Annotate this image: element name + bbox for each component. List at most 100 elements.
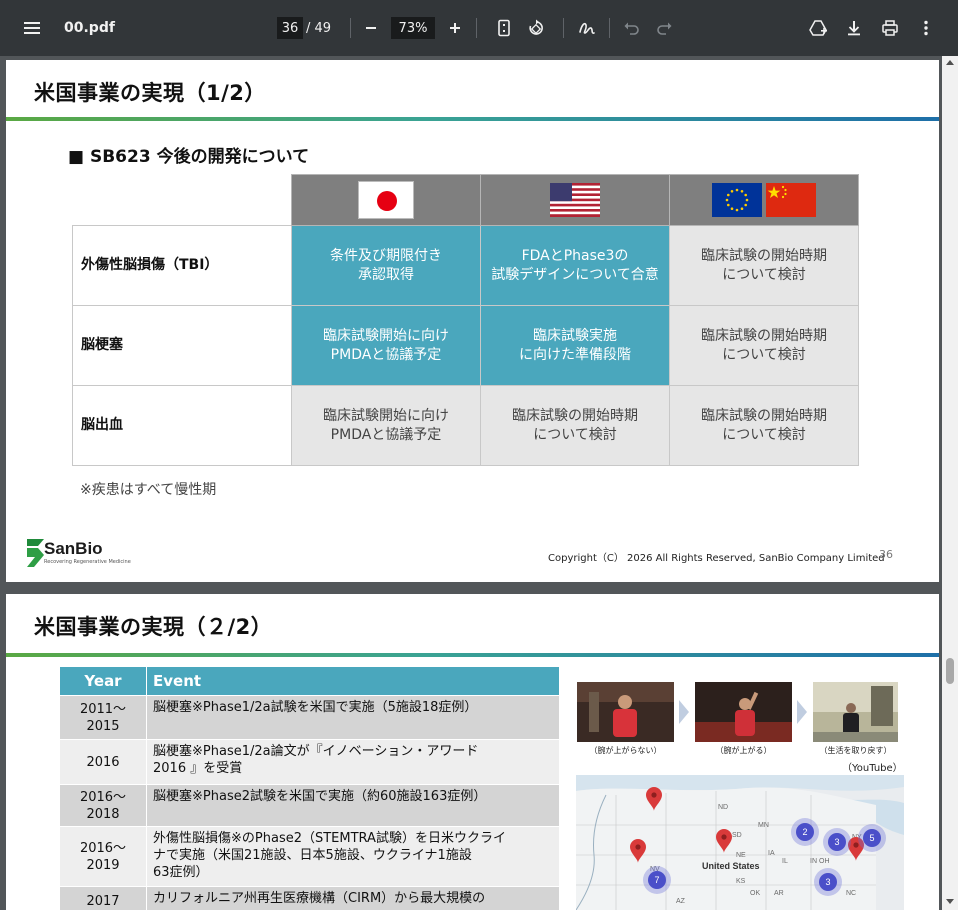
fit-page-icon	[498, 19, 510, 37]
scroll-up-arrow-icon[interactable]	[946, 60, 954, 65]
video-caption: （腕が上がる）	[715, 746, 772, 755]
status-cell: 臨床試験の開始時期 について検討	[669, 225, 859, 306]
cell-line: 臨床試験の開始時期	[701, 407, 827, 424]
zoom-out-button[interactable]	[360, 16, 382, 40]
slide-page-number: 36	[879, 548, 893, 561]
japan-flag-icon	[358, 181, 414, 219]
cell-line: 臨床試験開始に向け	[323, 407, 449, 424]
event-cell: カリフォルニア州再生医療機構（CIRM）から最大規模の	[146, 886, 560, 910]
video-caption: （生活を取り戻す）	[819, 746, 892, 755]
event-line: 63症例）	[153, 865, 209, 880]
toolbar-divider	[609, 18, 610, 38]
history-table: Year Event 2011～ 2015 脳梗塞※Phase1/2a試験を米国で…	[59, 666, 560, 910]
download-button[interactable]	[843, 16, 865, 40]
year-column-header: Year	[59, 666, 147, 696]
year-cell: 2011～ 2015	[59, 695, 147, 740]
more-icon	[924, 20, 928, 36]
menu-icon[interactable]	[16, 16, 48, 40]
video-frame-image	[577, 682, 674, 742]
event-line: ナで実施（米国21施設、日本5施設、ウクライナ1施設	[153, 848, 472, 863]
cell-line: 承認取得	[358, 266, 414, 283]
map-state-label: KS	[736, 878, 746, 885]
more-options-button[interactable]	[915, 16, 937, 40]
year-cell: 2016～ 2019	[59, 826, 147, 887]
eu-china-column-header	[669, 174, 859, 226]
print-icon	[882, 20, 898, 36]
page-total-label: / 49	[306, 20, 332, 36]
map-country-label: United States	[702, 861, 760, 871]
cell-line: 臨床試験の開始時期	[701, 247, 827, 264]
development-status-table: 外傷性脳損傷（TBI） 条件及び期限付き 承認取得 FDAとPhase3の 試験デザ…	[72, 174, 859, 466]
video-thumbnail-2[interactable]	[695, 682, 792, 742]
japan-column-header	[291, 174, 481, 226]
cell-line: について検討	[722, 266, 806, 283]
map-state-label: MN	[758, 822, 769, 829]
video-thumbnail-1[interactable]	[577, 682, 674, 742]
logo-mark-icon	[27, 539, 44, 567]
table-row: 2017 カリフォルニア州再生医療機構（CIRM）から最大規模の	[59, 886, 560, 910]
table-row: 2016～ 2018 脳梗塞※Phase2試験を米国で実施（約60施設163症例）	[59, 784, 560, 827]
plus-icon	[450, 23, 460, 33]
print-button[interactable]	[879, 16, 901, 40]
map-cluster-marker[interactable]: 3	[814, 868, 842, 896]
eu-flag-icon	[712, 183, 762, 217]
cell-line: 臨床試験開始に向け	[323, 327, 449, 344]
rotate-button[interactable]	[525, 16, 547, 40]
zoom-level-input[interactable]: 73%	[391, 17, 435, 39]
toolbar-divider	[350, 18, 351, 38]
map-cluster-marker[interactable]: 5	[858, 824, 886, 852]
slide-title: 米国事業の実現（２/2）	[34, 615, 273, 639]
year-line: 2016	[86, 754, 120, 770]
undo-button[interactable]	[621, 16, 643, 40]
video-source: （YouTube）	[842, 763, 903, 774]
status-cell: 臨床試験開始に向け PMDAと協議予定	[291, 305, 481, 386]
us-map-image: ND MN SD NE IA IL IN OH NY NV OK AR NC A…	[576, 775, 904, 910]
logo-text: SanBio	[44, 539, 103, 558]
map-state-label: IA	[768, 850, 775, 857]
map-cluster-marker[interactable]: 7	[643, 866, 671, 894]
cell-line: に向けた準備段階	[519, 346, 631, 363]
cell-line: について検討	[722, 346, 806, 363]
event-cell: 脳梗塞※Phase2試験を米国で実施（約60施設163症例）	[146, 784, 560, 827]
row-label: 外傷性脳損傷（TBI）	[72, 225, 292, 306]
status-cell: 臨床試験開始に向け PMDAと協議予定	[291, 385, 481, 466]
annotate-button[interactable]	[576, 16, 598, 40]
sequence-arrow-icon	[797, 700, 807, 724]
status-cell: FDAとPhase3の 試験デザインについて合意	[480, 225, 670, 306]
year-line: 2011～	[79, 701, 127, 717]
map-state-label: AZ	[676, 898, 686, 905]
undo-icon	[624, 22, 639, 35]
section-heading: ■ SB623 今後の開発について	[68, 147, 310, 167]
table-row: 2016～ 2019 外傷性脳損傷※のPhase2（STEMTRA試験）を日米ウク…	[59, 826, 560, 887]
cell-line: 臨床試験実施	[533, 327, 617, 344]
map-cluster-marker[interactable]: 2	[791, 818, 819, 846]
event-column-header: Event	[146, 666, 560, 696]
title-divider	[6, 653, 939, 657]
logo-tagline: Recovering Regenerative Medicine	[44, 559, 131, 565]
zoom-in-button[interactable]	[444, 16, 466, 40]
cell-line: 臨床試験の開始時期	[701, 327, 827, 344]
add-to-drive-button[interactable]	[807, 16, 829, 40]
table-row: 脳梗塞 臨床試験開始に向け PMDAと協議予定 臨床試験実施 に向けた準備段階 臨床…	[72, 305, 859, 386]
cell-line: PMDAと協議予定	[330, 346, 442, 363]
fit-page-button[interactable]	[493, 16, 515, 40]
trial-sites-map[interactable]: ND MN SD NE IA IL IN OH NY NV OK AR NC A…	[576, 775, 904, 910]
scroll-thumb[interactable]	[946, 658, 954, 684]
page-number-input[interactable]: 36	[277, 17, 303, 39]
vertical-scrollbar[interactable]	[942, 56, 958, 910]
map-state-label: NE	[736, 852, 746, 859]
status-cell: 臨床試験の開始時期 について検討	[669, 305, 859, 386]
video-thumbnail-3[interactable]	[813, 682, 898, 742]
map-state-label: OH	[819, 858, 830, 865]
scroll-down-arrow-icon[interactable]	[946, 899, 954, 904]
status-cell: 臨床試験実施 に向けた準備段階	[480, 305, 670, 386]
toolbar-divider	[476, 18, 477, 38]
map-state-label: IL	[782, 858, 788, 865]
cluster-count: 3	[834, 837, 839, 847]
map-cluster-marker[interactable]: 3	[823, 828, 851, 856]
status-cell: 臨床試験の開始時期 について検討	[669, 385, 859, 466]
event-line: 脳梗塞※Phase1/2a論文が『イノベーション・アワード	[153, 744, 479, 759]
redo-button[interactable]	[653, 16, 675, 40]
cell-line: について検討	[533, 426, 617, 443]
slide-title: 米国事業の実現（1/2）	[34, 81, 266, 105]
